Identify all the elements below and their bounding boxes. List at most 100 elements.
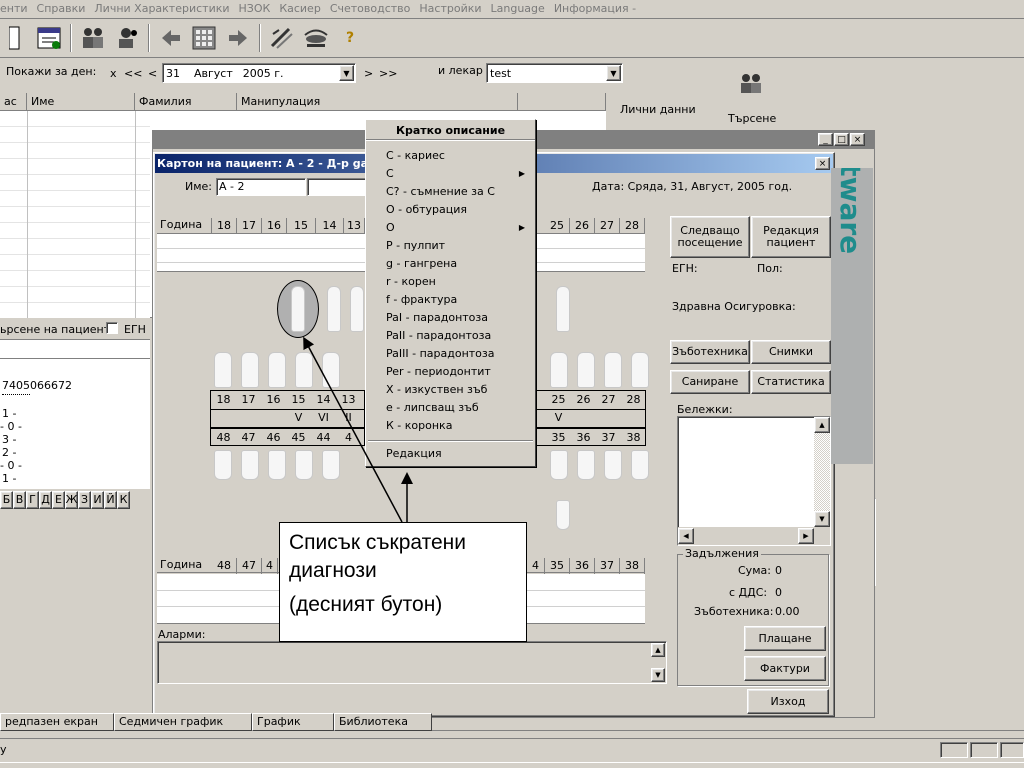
menu-item-settings[interactable]: Настройки xyxy=(419,0,481,18)
scroll-up-icon[interactable]: ▲ xyxy=(814,417,830,433)
tooth-icon[interactable] xyxy=(631,450,649,480)
tab-library[interactable]: Библиотека xyxy=(334,713,432,731)
scroll-right-icon[interactable]: ▶ xyxy=(798,528,814,544)
help-icon[interactable]: ? xyxy=(335,23,365,53)
chevron-down-icon[interactable]: ▼ xyxy=(339,65,354,81)
minimize-icon[interactable]: _ xyxy=(818,133,833,146)
doctor-icon[interactable] xyxy=(112,23,142,53)
doctor-select[interactable]: test ▼ xyxy=(486,63,623,83)
tooth-icon[interactable] xyxy=(604,450,622,480)
date-select[interactable]: 31 Август 2005 г. ▼ xyxy=(162,63,356,83)
tooth-icon[interactable] xyxy=(631,352,649,388)
next-visit-button[interactable]: Следващо посещение xyxy=(670,216,750,258)
prev-day-button[interactable]: < xyxy=(148,67,157,80)
menu-item-o-sub[interactable]: О ▶ xyxy=(386,219,531,237)
new-record-icon[interactable] xyxy=(0,23,30,53)
tooth-icon[interactable] xyxy=(556,500,570,530)
scroll-down-icon[interactable]: ▼ xyxy=(651,668,665,682)
tooth-icon[interactable] xyxy=(268,352,286,388)
column-header-hour[interactable]: ас xyxy=(0,93,27,111)
menu-item-information[interactable]: Информация - xyxy=(554,0,636,18)
letter-button[interactable]: Д xyxy=(39,491,52,509)
next-day-button[interactable]: > xyxy=(364,67,373,80)
notes-field[interactable]: ▲ ▼ ◀ ▶ xyxy=(677,416,831,546)
dental-tech-button[interactable]: Зъботехника xyxy=(670,340,750,364)
egn-checkbox[interactable] xyxy=(106,322,118,334)
tooth-icon[interactable] xyxy=(214,352,232,388)
tab-weekly-schedule[interactable]: Седмичен график xyxy=(114,713,252,731)
letter-button[interactable]: Й xyxy=(104,491,117,509)
menu-item-characteristics[interactable]: Лични Характеристики xyxy=(94,0,229,18)
menu-item-gangrene[interactable]: g - гангрена xyxy=(386,255,457,273)
menu-item-root[interactable]: r - корен xyxy=(386,273,436,291)
tab-screensaver[interactable]: редпазен екран xyxy=(0,713,114,731)
patients-icon[interactable] xyxy=(737,72,765,97)
column-header-procedure[interactable]: Манипулация xyxy=(237,93,518,111)
menu-item-accounting[interactable]: Счетоводство xyxy=(330,0,411,18)
menu-item-obturation[interactable]: О - обтурация xyxy=(386,201,467,219)
close-icon[interactable]: × xyxy=(815,157,830,170)
name-field-extra[interactable] xyxy=(307,178,367,196)
name-field[interactable]: А - 2 xyxy=(216,178,306,196)
tools-icon[interactable] xyxy=(267,23,297,53)
menu-item-nzok[interactable]: НЗОК xyxy=(239,0,271,18)
letter-button[interactable]: Ж xyxy=(65,491,78,509)
alarms-field[interactable] xyxy=(157,641,667,684)
tooth-icon[interactable] xyxy=(241,352,259,388)
pictures-button[interactable]: Снимки xyxy=(751,340,831,364)
letter-button[interactable]: Б xyxy=(0,491,13,509)
view-icon[interactable] xyxy=(301,23,331,53)
scroll-left-icon[interactable]: ◀ xyxy=(678,528,694,544)
outer-window-controls: _ □ × xyxy=(818,133,865,146)
next-week-button[interactable]: >> xyxy=(379,67,397,80)
menu-item-reports[interactable]: Справки xyxy=(37,0,86,18)
tooth-icon[interactable] xyxy=(241,450,259,480)
pay-button[interactable]: Плащане xyxy=(744,626,826,651)
back-arrow-icon[interactable] xyxy=(156,23,186,53)
prev-week-button[interactable]: << xyxy=(124,67,142,80)
tooth-icon[interactable] xyxy=(550,352,568,388)
column-header-name[interactable]: Име xyxy=(27,93,135,111)
menu-item-suspected-caries[interactable]: С? - съмнение за С xyxy=(386,183,495,201)
invoices-button[interactable]: Фактури xyxy=(744,656,826,681)
patient-list[interactable]: 7405066672 1 - - 0 - 3 - 2 - - 0 - 1 - xyxy=(0,339,150,489)
sanitize-button[interactable]: Саниране xyxy=(670,370,750,394)
tooth-icon[interactable] xyxy=(550,450,568,480)
letter-button[interactable]: В xyxy=(13,491,26,509)
forward-arrow-icon[interactable] xyxy=(223,23,253,53)
calculator-icon[interactable] xyxy=(190,23,220,53)
tooth-icon[interactable] xyxy=(577,352,595,388)
letter-button[interactable]: И xyxy=(91,491,104,509)
statistics-button[interactable]: Статистика xyxy=(751,370,831,394)
dental-chart-right[interactable]: 25 26 27 28 V 35 36 37 38 xyxy=(536,390,646,446)
menu-item-clients[interactable]: енти xyxy=(0,0,28,18)
edit-patient-button[interactable]: Редакция пациент xyxy=(751,216,831,258)
calendar-icon[interactable] xyxy=(34,23,64,53)
menu-item-fracture[interactable]: f - фрактура xyxy=(386,291,457,309)
menu-item-c-sub[interactable]: С ▶ xyxy=(386,165,531,183)
tooth-icon[interactable] xyxy=(604,352,622,388)
menu-item-pulpitis[interactable]: Р - пулпит xyxy=(386,237,445,255)
close-icon[interactable]: × xyxy=(850,133,865,146)
chevron-down-icon[interactable]: ▼ xyxy=(606,65,621,81)
tab-schedule[interactable]: График xyxy=(252,713,334,731)
clear-date-button[interactable]: x xyxy=(110,67,117,80)
letter-button[interactable]: К xyxy=(117,491,130,509)
letter-button[interactable]: Г xyxy=(26,491,39,509)
tooth-icon[interactable] xyxy=(556,286,570,332)
letter-button[interactable]: З xyxy=(78,491,91,509)
column-header-surname[interactable]: Фамилия xyxy=(135,93,237,111)
tooth-icon[interactable] xyxy=(577,450,595,480)
letter-button[interactable]: Е xyxy=(52,491,65,509)
menu-item-caries[interactable]: С - кариес xyxy=(386,147,445,165)
patients-icon[interactable] xyxy=(78,23,108,53)
tooth-icon[interactable] xyxy=(268,450,286,480)
scroll-up-icon[interactable]: ▲ xyxy=(651,643,665,657)
menu-item-language[interactable]: Language xyxy=(491,0,545,18)
exit-button[interactable]: Изход xyxy=(747,689,829,714)
list-item: - 0 - xyxy=(0,420,22,433)
tooth-icon[interactable] xyxy=(214,450,232,480)
scroll-down-icon[interactable]: ▼ xyxy=(814,511,830,527)
menu-item-cashier[interactable]: Касиер xyxy=(279,0,321,18)
maximize-icon[interactable]: □ xyxy=(834,133,849,146)
